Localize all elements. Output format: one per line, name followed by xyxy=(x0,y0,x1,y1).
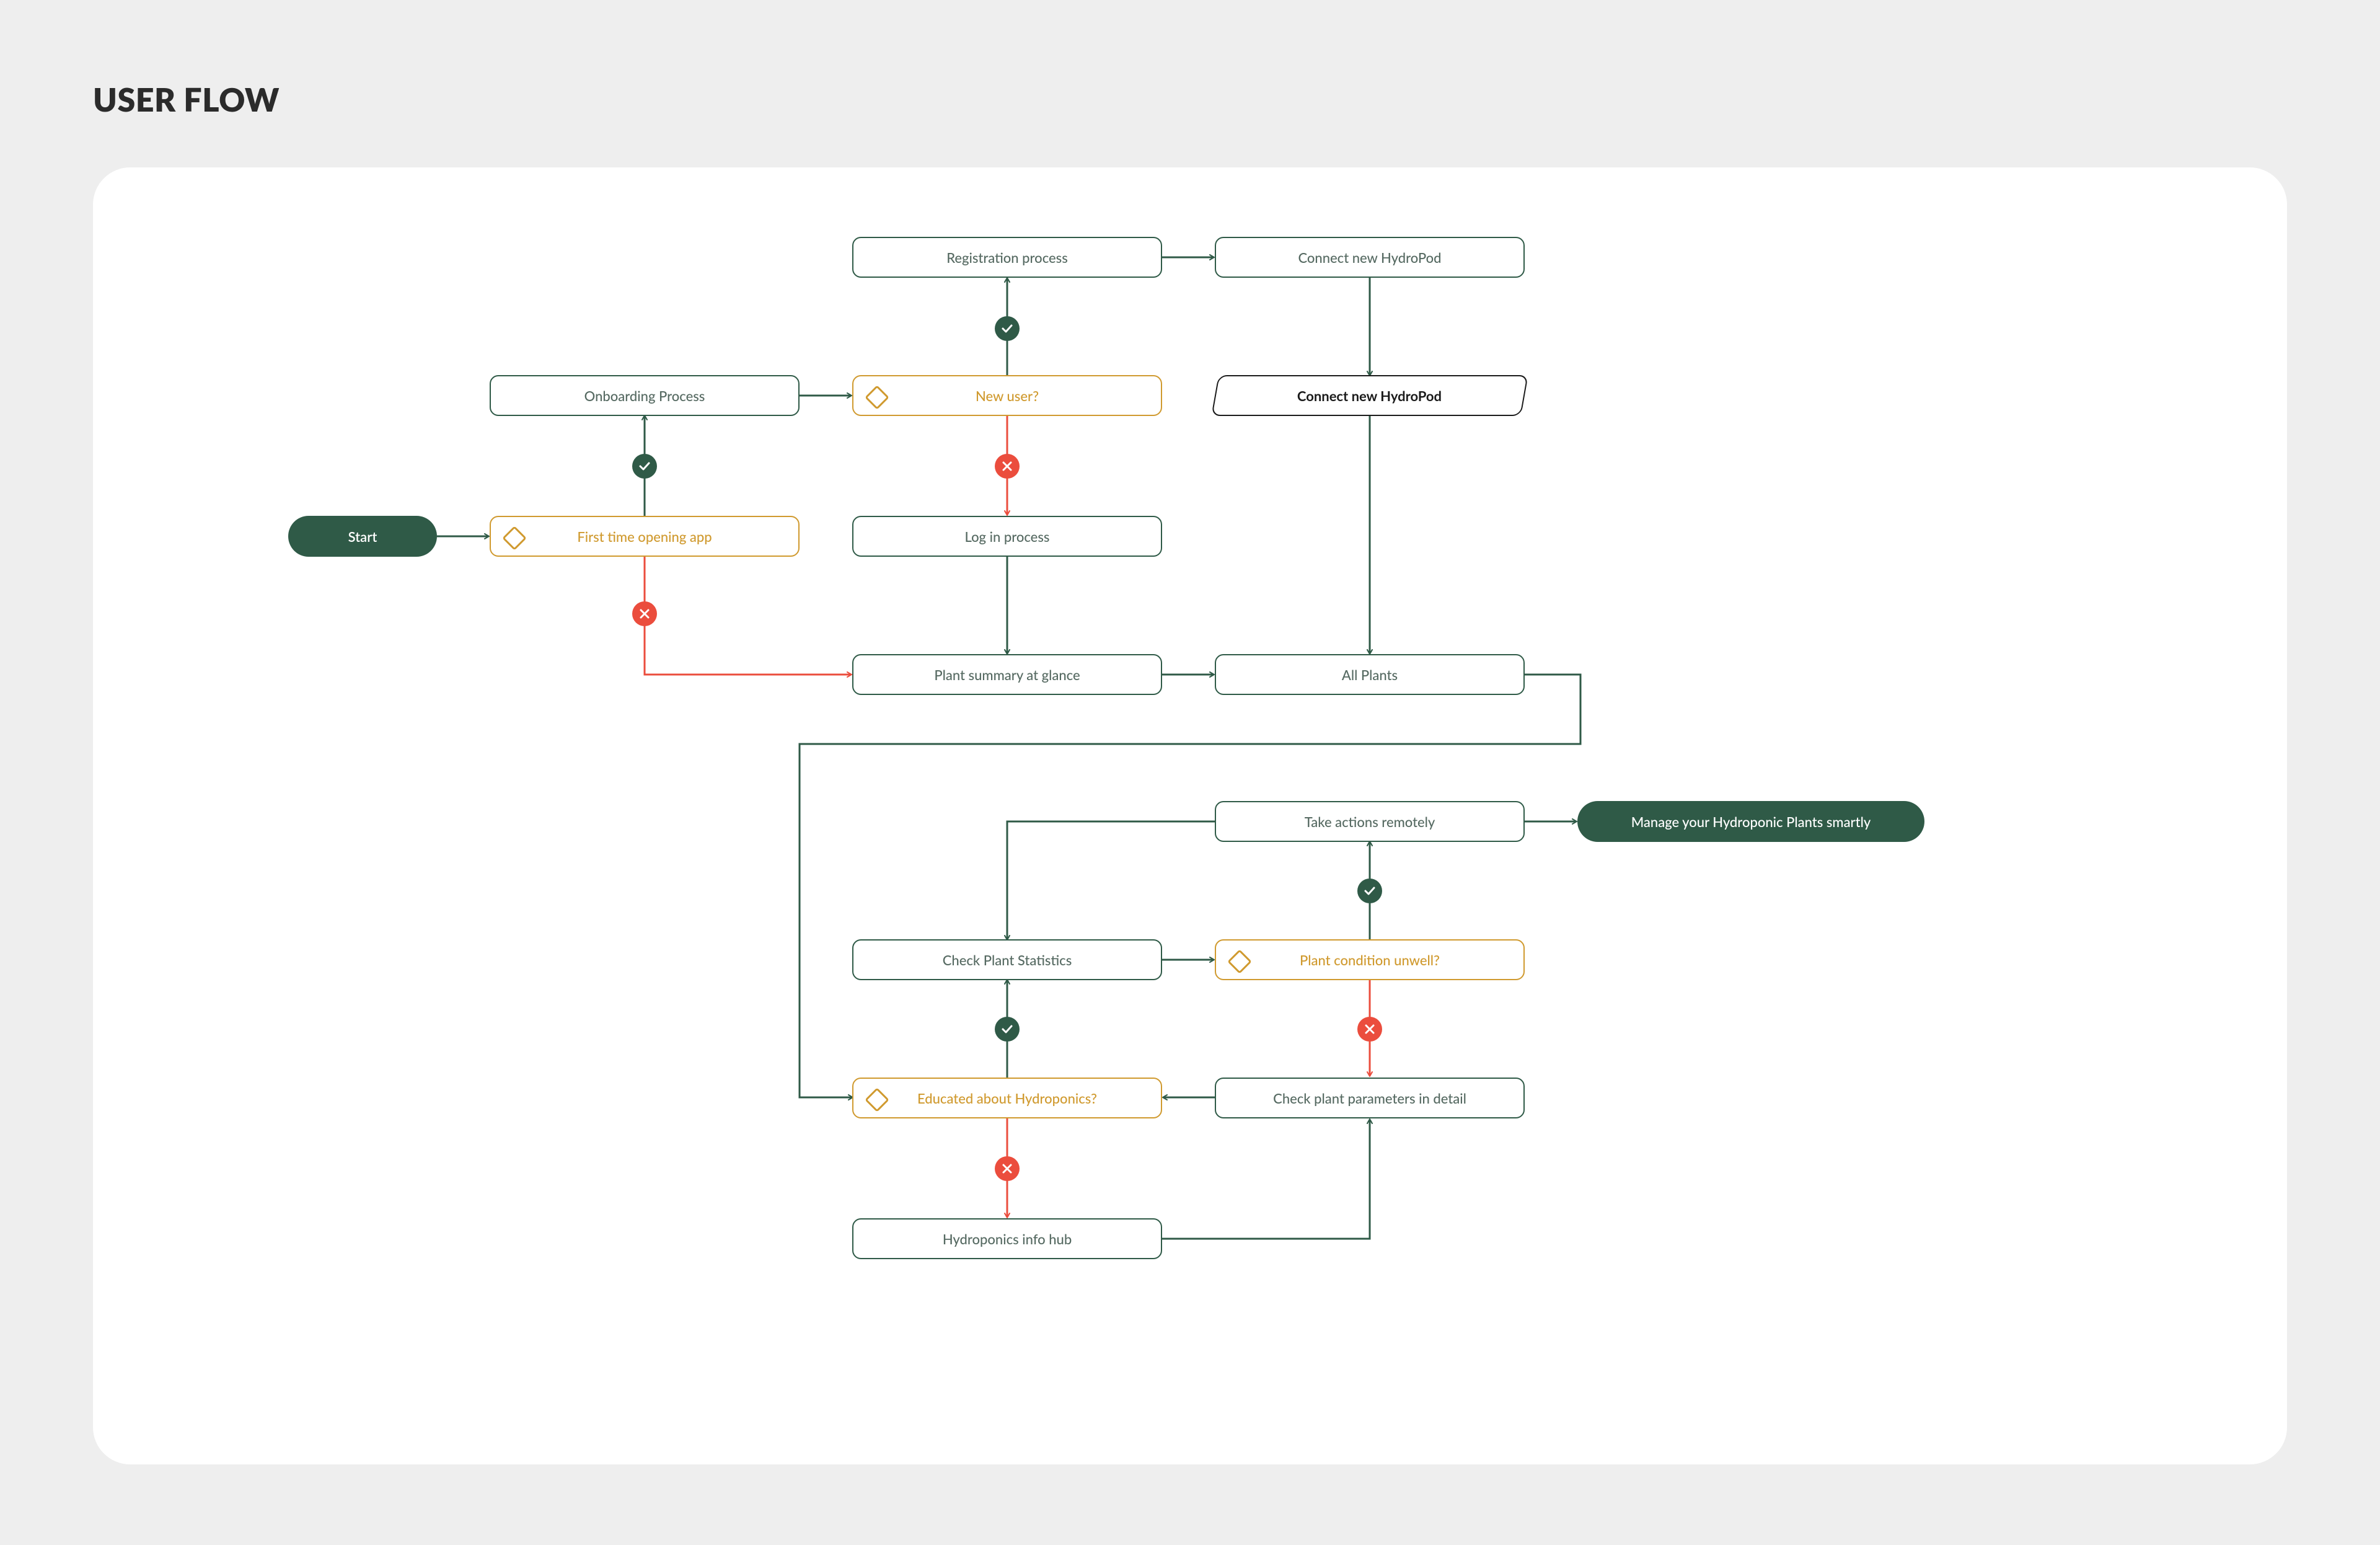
node-take-actions-remotely: Take actions remotely xyxy=(1215,801,1525,842)
node-check-plant-statistics: Check Plant Statistics xyxy=(852,939,1162,980)
node-plant-condition-unwell: Plant condition unwell? xyxy=(1215,939,1525,980)
diagram-card: Start First time opening app Onboarding … xyxy=(93,167,2287,1464)
node-check-plant-parameters: Check plant parameters in detail xyxy=(1215,1078,1525,1118)
node-start: Start xyxy=(288,516,437,557)
close-icon xyxy=(632,601,657,626)
diamond-icon xyxy=(1227,949,1252,974)
page-title: USER FLOW xyxy=(93,81,280,119)
node-label: Plant condition unwell? xyxy=(1300,952,1440,968)
node-label: New user? xyxy=(976,387,1039,404)
node-registration-process: Registration process xyxy=(852,237,1162,278)
check-icon xyxy=(632,454,657,479)
check-icon xyxy=(995,316,1020,341)
node-manage-plants-end: Manage your Hydroponic Plants smartly xyxy=(1577,801,1924,842)
node-onboarding-process: Onboarding Process xyxy=(490,375,800,416)
node-connect-hydropod-io: Connect new HydroPod xyxy=(1211,375,1528,416)
diamond-icon xyxy=(865,385,889,410)
node-educated-hydroponics: Educated about Hydroponics? xyxy=(852,1078,1162,1118)
edge-layer xyxy=(93,167,2287,1464)
node-hydroponics-info-hub: Hydroponics info hub xyxy=(852,1218,1162,1259)
close-icon xyxy=(995,1156,1020,1181)
close-icon xyxy=(995,454,1020,479)
check-icon xyxy=(995,1017,1020,1042)
node-label: Connect new HydroPod xyxy=(1297,387,1442,404)
node-plant-summary: Plant summary at glance xyxy=(852,654,1162,695)
node-label: First time opening app xyxy=(577,528,712,545)
check-icon xyxy=(1357,879,1382,903)
node-log-in-process: Log in process xyxy=(852,516,1162,557)
node-first-time-opening-app: First time opening app xyxy=(490,516,800,557)
diamond-icon xyxy=(502,526,527,551)
node-label: Educated about Hydroponics? xyxy=(917,1090,1097,1107)
node-all-plants: All Plants xyxy=(1215,654,1525,695)
node-new-user: New user? xyxy=(852,375,1162,416)
node-connect-hydropod-process: Connect new HydroPod xyxy=(1215,237,1525,278)
diamond-icon xyxy=(865,1087,889,1112)
close-icon xyxy=(1357,1017,1382,1042)
